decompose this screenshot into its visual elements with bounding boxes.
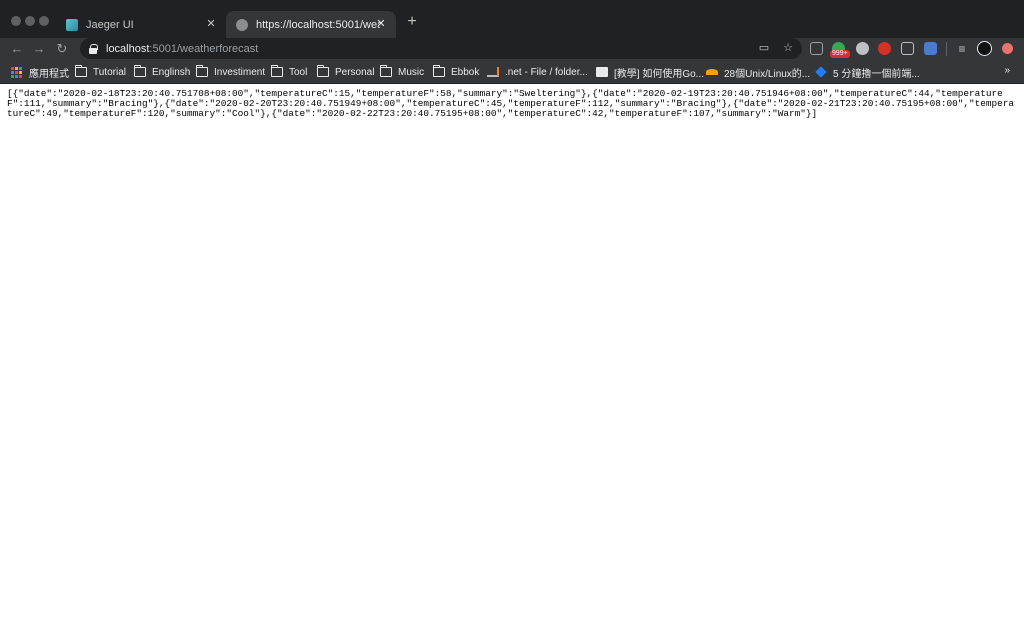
copy-extension-icon[interactable]	[810, 42, 823, 55]
profile-avatar[interactable]	[977, 41, 992, 56]
url-host: localhost	[106, 42, 150, 55]
bookmark-label: Tool	[289, 66, 308, 78]
toolbar-divider	[946, 42, 947, 56]
tab-title: https://localhost:5001/weather	[256, 18, 380, 31]
fish-icon	[706, 69, 718, 75]
update-indicator-icon[interactable]	[1002, 43, 1013, 54]
bookmark-unix-linux[interactable]: 28個Unix/Linux的...	[706, 64, 810, 80]
bookmark-label: 5 分鐘擼一個前端...	[833, 68, 920, 80]
address-bar[interactable]: localhost:5001/weatherforecast ▭ ☆	[80, 38, 802, 59]
new-tab-button[interactable]: +	[403, 13, 421, 31]
forward-button[interactable]: →	[30, 40, 48, 58]
folder-icon	[270, 65, 283, 77]
bookmark-label: 應用程式	[29, 68, 69, 80]
lock-icon[interactable]	[88, 43, 98, 54]
toolbar: ← → ↻ localhost:5001/weatherforecast ▭ ☆…	[0, 38, 1024, 60]
folder-icon	[432, 65, 445, 77]
bookmark-label: .net - File / folder...	[505, 66, 588, 78]
bookmark-golang-tutorial[interactable]: [教學] 如何使用Go...	[596, 64, 704, 80]
url-path: :5001/weatherforecast	[149, 42, 259, 55]
bookmarks-bar: 應用程式 Tutorial Englinsh Investiment Tool …	[0, 60, 1024, 84]
back-button[interactable]: ←	[8, 40, 26, 58]
bookmark-ebbok[interactable]: Ebbok	[432, 64, 480, 80]
bookmark-net-file-folder[interactable]: .net - File / folder...	[487, 64, 588, 80]
tab-weatherforecast[interactable]: https://localhost:5001/weather ✕	[226, 11, 396, 38]
bookmark-apps[interactable]: 應用程式	[11, 64, 69, 80]
bookmark-music[interactable]: Music	[379, 64, 425, 80]
bookmark-tool[interactable]: Tool	[270, 64, 308, 80]
bookmark-englinsh[interactable]: Englinsh	[133, 64, 191, 80]
tab-strip: Jaeger UI ✕ https://localhost:5001/weath…	[0, 0, 1024, 38]
close-tab-icon[interactable]: ✕	[374, 17, 388, 31]
bookmark-label: Music	[398, 66, 425, 78]
cloud-extension-icon[interactable]	[856, 42, 869, 55]
folder-icon	[133, 65, 146, 77]
jaeger-favicon-icon	[66, 18, 78, 31]
bookmark-label: 28個Unix/Linux的...	[724, 68, 811, 80]
apps-grid-icon	[11, 66, 23, 78]
close-window-button[interactable]	[11, 16, 21, 26]
pocket-extension-icon[interactable]	[901, 42, 914, 55]
close-tab-icon[interactable]: ✕	[204, 17, 218, 31]
media-control-icon[interactable]: ≡	[954, 41, 970, 57]
folder-icon	[379, 65, 392, 77]
bookmark-investiment[interactable]: Investiment	[195, 64, 266, 80]
tab-title: Jaeger UI	[86, 18, 134, 31]
cast-icon[interactable]: ▭	[756, 40, 772, 56]
zoom-window-button[interactable]	[39, 16, 49, 26]
minimize-window-button[interactable]	[25, 16, 35, 26]
bookmark-label: Ebbok	[451, 66, 480, 78]
folder-icon	[316, 65, 329, 77]
json-response-text: [{"date":"2020-02-18T23:20:40.751708+08:…	[7, 88, 1015, 119]
browser-window: Jaeger UI ✕ https://localhost:5001/weath…	[0, 0, 1024, 626]
bookmark-star-icon[interactable]: ☆	[780, 40, 796, 56]
bookmark-label: Investiment	[214, 66, 266, 78]
page-icon	[596, 67, 608, 77]
folder-icon	[195, 65, 208, 77]
folder-icon	[74, 65, 87, 77]
globe-favicon-icon	[236, 18, 248, 31]
tab-jaeger-ui[interactable]: Jaeger UI ✕	[56, 11, 226, 38]
bookmark-label: Tutorial	[93, 66, 126, 78]
bookmark-label: Englinsh	[152, 66, 191, 78]
bookmark-frontend[interactable]: 5 分鐘擼一個前端...	[815, 64, 920, 80]
record-extension-icon[interactable]	[878, 42, 891, 55]
reload-button[interactable]: ↻	[53, 40, 71, 58]
extension-badge: 999+	[830, 50, 850, 58]
page-content: [{"date":"2020-02-18T23:20:40.751708+08:…	[0, 84, 1024, 626]
bookmark-tutorial[interactable]: Tutorial	[74, 64, 126, 80]
bookmarks-overflow-button[interactable]: »	[1004, 65, 1010, 76]
bookmark-label: Personal	[335, 66, 375, 78]
bookmark-label: [教學] 如何使用Go...	[614, 68, 705, 80]
stackoverflow-icon	[487, 67, 499, 77]
translate-extension-icon[interactable]	[924, 42, 937, 55]
diamond-icon	[815, 66, 827, 78]
bookmark-personal[interactable]: Personal	[316, 64, 375, 80]
